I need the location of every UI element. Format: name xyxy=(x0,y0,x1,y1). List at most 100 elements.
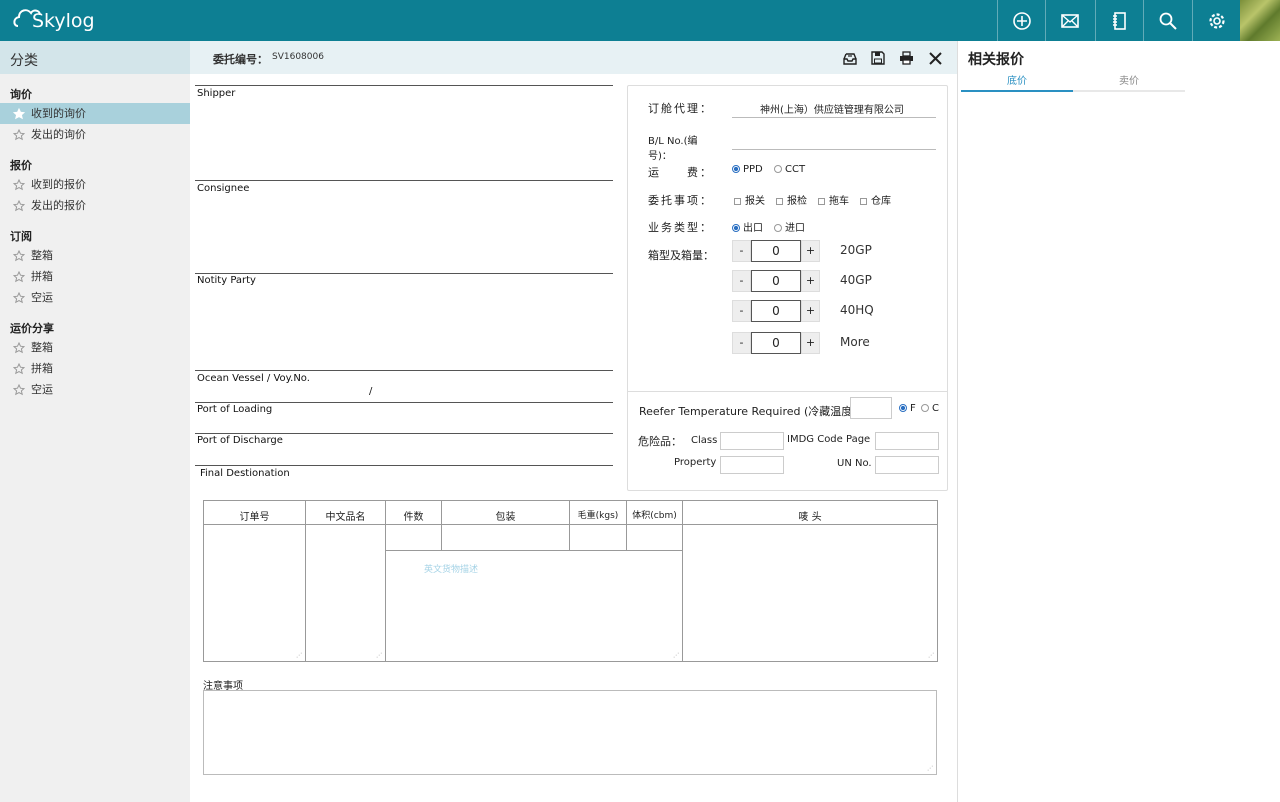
decrement-button[interactable]: - xyxy=(732,270,751,292)
increment-button[interactable]: + xyxy=(801,240,820,262)
port-of-discharge-label: Port of Discharge xyxy=(197,435,283,446)
sidebar-item-fcl[interactable]: 整箱 xyxy=(0,245,190,266)
column-header: 包装 xyxy=(495,512,516,523)
sidebar-item-received-quote[interactable]: 收到的报价 xyxy=(0,174,190,195)
consignee-input[interactable] xyxy=(197,196,611,272)
col-packing[interactable]: 包装 xyxy=(442,501,570,551)
resize-grip-icon[interactable]: ⋰ xyxy=(673,653,679,659)
settings-button[interactable] xyxy=(1192,0,1240,41)
notify-party-input[interactable] xyxy=(197,288,611,369)
sidebar-item-label: 整箱 xyxy=(31,249,53,262)
increment-button[interactable]: + xyxy=(801,332,820,354)
decrement-button[interactable]: - xyxy=(732,240,751,262)
biz-export-option[interactable]: 出口 xyxy=(732,219,763,234)
search-button[interactable] xyxy=(1143,0,1191,41)
radio-checked[interactable] xyxy=(732,165,740,173)
checkbox[interactable] xyxy=(734,198,741,205)
radio-checked[interactable] xyxy=(899,404,907,412)
sidebar-item-share-air[interactable]: 空运 xyxy=(0,379,190,400)
radio-unchecked[interactable] xyxy=(921,404,929,412)
un-no-label: UN No. xyxy=(837,458,872,469)
notebook-button[interactable] xyxy=(1095,0,1143,41)
entrust-inspection-option[interactable]: 报检 xyxy=(776,192,807,207)
radio-unchecked[interactable] xyxy=(774,165,782,173)
sidebar-item-air[interactable]: 空运 xyxy=(0,287,190,308)
tab-sell-price[interactable]: 卖价 xyxy=(1073,75,1185,92)
skylog-logo[interactable]: Skylog xyxy=(12,4,102,36)
tab-floor-price[interactable]: 底价 xyxy=(961,75,1073,92)
quantity-input[interactable]: 0 xyxy=(751,300,801,322)
quantity-input[interactable]: 0 xyxy=(751,240,801,262)
col-shipping-marks[interactable]: 唛 头 ⋰ xyxy=(683,501,937,661)
radio-unchecked[interactable] xyxy=(774,224,782,232)
property-input[interactable] xyxy=(720,456,784,474)
quantity-stepper: - 0 + xyxy=(732,240,823,262)
bl-input[interactable] xyxy=(732,128,936,150)
reefer-unit-c[interactable]: C xyxy=(921,403,939,414)
checkbox[interactable] xyxy=(776,198,783,205)
quantity-input[interactable]: 0 xyxy=(751,332,801,354)
divider xyxy=(195,180,613,181)
decrement-button[interactable]: - xyxy=(732,300,751,322)
cargo-description-textarea[interactable]: 英文货物描述 ⋰ xyxy=(386,551,683,661)
col-volume[interactable]: 体积(cbm) xyxy=(627,501,683,551)
class-label: Class xyxy=(691,435,718,446)
checkbox[interactable] xyxy=(818,198,825,205)
bl-label: B/L No.(编号)： xyxy=(648,136,698,162)
sidebar-item-received-inquiry[interactable]: 收到的询价 xyxy=(0,103,190,124)
sidebar-item-sent-inquiry[interactable]: 发出的询价 xyxy=(0,124,190,145)
checkbox[interactable] xyxy=(860,198,867,205)
sidebar-item-share-lcl[interactable]: 拼箱 xyxy=(0,358,190,379)
reefer-temp-input[interactable] xyxy=(850,397,892,419)
container-type-label: More xyxy=(840,335,870,349)
un-no-input[interactable] xyxy=(875,456,939,474)
agent-field[interactable]: 神州(上海）供应链管理有限公司 xyxy=(732,96,936,118)
class-input[interactable] xyxy=(720,432,784,450)
quantity-input[interactable]: 0 xyxy=(751,270,801,292)
resize-grip-icon[interactable]: ⋰ xyxy=(376,653,382,659)
sidebar-item-sent-quote[interactable]: 发出的报价 xyxy=(0,195,190,216)
reefer-unit-f[interactable]: F xyxy=(899,403,916,414)
col-pieces[interactable]: 件数 xyxy=(386,501,442,551)
save-button[interactable] xyxy=(869,49,887,67)
col-gross-weight[interactable]: 毛重(kgs) xyxy=(570,501,627,551)
star-icon xyxy=(13,249,25,261)
print-button[interactable] xyxy=(897,49,915,67)
divider xyxy=(195,85,613,86)
sidebar-item-label: 收到的询价 xyxy=(31,107,86,120)
sidebar-item-share-fcl[interactable]: 整箱 xyxy=(0,337,190,358)
mail-button[interactable] xyxy=(1045,0,1093,41)
cargo-table: 订单号 ⋰ 中文品名 ⋰ 件数 包装 毛重(kgs) 体积(cbm) 英文货物描… xyxy=(203,500,938,662)
increment-button[interactable]: + xyxy=(801,300,820,322)
bl-row: B/L No.(编号)： xyxy=(648,132,938,162)
add-button[interactable] xyxy=(997,0,1045,41)
column-header: 体积(cbm) xyxy=(632,511,677,521)
decrement-button[interactable]: - xyxy=(732,332,751,354)
col-order-no[interactable]: 订单号 ⋰ xyxy=(204,501,306,661)
section-rate-share: 运价分享 整箱 拼箱 空运 xyxy=(0,321,190,400)
user-avatar[interactable] xyxy=(1240,0,1280,41)
col-cn-name[interactable]: 中文品名 ⋰ xyxy=(306,501,386,661)
freight-cct-option[interactable]: CCT xyxy=(774,164,805,175)
entrust-trucking-option[interactable]: 拖车 xyxy=(818,192,849,207)
related-quotes-panel: 相关报价 底价 卖价 xyxy=(957,41,1280,802)
notes-textarea[interactable]: ⋰ xyxy=(203,690,937,775)
sidebar-item-lcl[interactable]: 拼箱 xyxy=(0,266,190,287)
inbox-button[interactable] xyxy=(841,49,859,67)
resize-grip-icon[interactable]: ⋰ xyxy=(928,653,934,659)
imdg-input[interactable] xyxy=(875,432,939,450)
option-label: PPD xyxy=(743,164,763,175)
resize-grip-icon[interactable]: ⋰ xyxy=(296,653,302,659)
radio-checked[interactable] xyxy=(732,224,740,232)
shipper-input[interactable] xyxy=(197,101,611,179)
biz-import-option[interactable]: 进口 xyxy=(774,219,805,234)
inbox-icon xyxy=(843,53,857,65)
increment-button[interactable]: + xyxy=(801,270,820,292)
close-button[interactable] xyxy=(926,49,944,67)
option-label: 报关 xyxy=(745,196,765,207)
entrust-warehouse-option[interactable]: 仓库 xyxy=(860,192,891,207)
freight-ppd-option[interactable]: PPD xyxy=(732,164,763,175)
resize-grip-icon[interactable]: ⋰ xyxy=(927,766,933,772)
entrust-customs-option[interactable]: 报关 xyxy=(734,192,765,207)
section-title: 运价分享 xyxy=(10,322,54,335)
